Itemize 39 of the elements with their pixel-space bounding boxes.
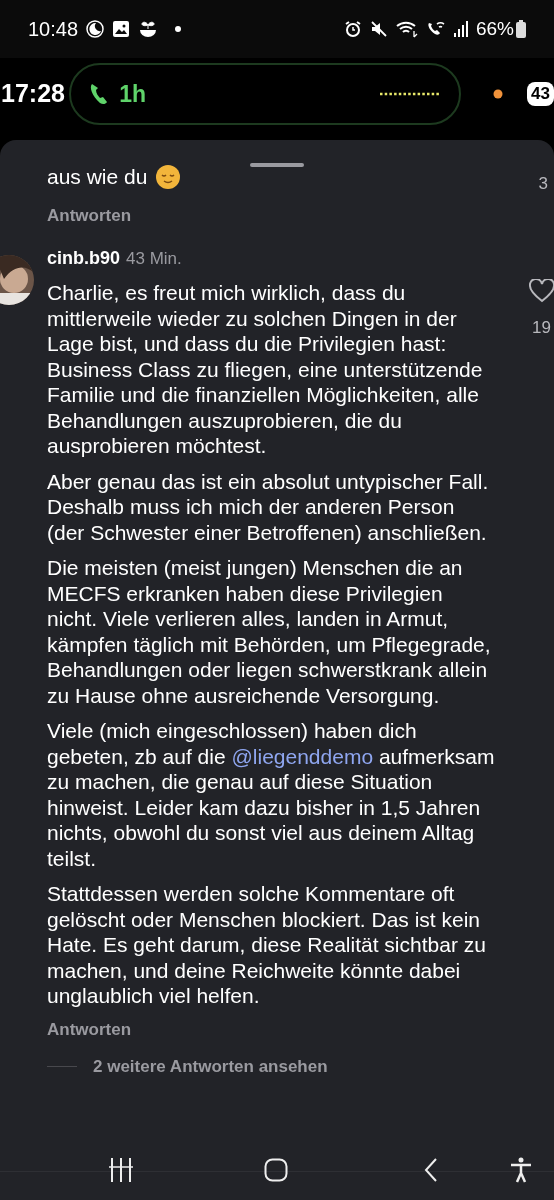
mute-icon	[369, 20, 388, 38]
reply-link[interactable]: Antworten	[47, 203, 132, 229]
comment-paragraph: Die meisten (meist jungen) Menschen die an MECFS erkranken haben diese Privilegien nicht. Viele verlieren alles, landen in Armut, kämpfen täglich mit Behörden, um Pflegegrade, Behandlungen oder liegen schwerstkrank allein zu Hause ohne ausreichende Versorgung.	[47, 555, 492, 708]
call-duration: 1h	[119, 79, 147, 109]
mention-link[interactable]: @liegenddemo	[231, 744, 374, 768]
accessibility-icon[interactable]	[510, 1157, 532, 1183]
status-dot-icon	[493, 89, 504, 99]
comment-text: aus wie du	[47, 164, 148, 190]
count-badge: 43	[527, 82, 554, 106]
audio-dots-icon	[379, 92, 442, 96]
comment-paragraph: Aber genau das ist ein absolut untypischer Fall. Deshalb muss ich mich der anderen Person (der Schwester einer Betroffenen) anschließen.	[47, 468, 490, 545]
comment-paragraph: Charlie, es freut mich wirklich, dass du mittlerweile wieder zu solchen Dingen in der Lage bist, und dass du die Privilegien hast: Business Class zu fliegen, eine unterstützende Familie und die finanziellen Möglichkeiten, alle Behandlungen auszuprobieren, die du ausprobieren möchtest.	[47, 280, 484, 459]
comment-paragraph: Viele (mich eingeschlossen) haben dich gebeten, zb auf die @liegenddemo aufmerksam zu machen, die genau auf diese Situation hinweist. Leider kam dazu bisher in 1,5 Jahren nichts, obwohl du sonst viel aus deinem Alltag teilst.	[47, 718, 495, 871]
clock: 10:48	[28, 17, 79, 42]
battery-icon	[516, 20, 526, 38]
smiley-icon	[155, 163, 182, 190]
image-icon	[112, 20, 131, 38]
like-count: 19	[532, 317, 551, 339]
reply-link[interactable]: Antworten	[47, 1019, 132, 1039]
call-pill[interactable]: 1h	[69, 63, 462, 125]
back-icon[interactable]	[424, 1157, 438, 1183]
drag-handle[interactable]	[250, 163, 304, 167]
like-count: 3	[538, 173, 548, 195]
comment-paragraph: Stattdessen werden solche Kommentare oft gelöscht oder Menschen blockiert. Das ist kein Hate. Es geht darum, diese Realität sichtbar zu machen, und deine Reichweite könnte dabei unglaublich viel helfen.	[47, 881, 487, 1009]
more-replies-link[interactable]: 2 weitere Antworten ansehen	[93, 1054, 328, 1080]
wifi-icon	[395, 20, 418, 38]
battery-percent: 66%	[475, 16, 514, 41]
plant-icon	[138, 20, 159, 38]
moon-icon	[86, 20, 105, 38]
home-icon[interactable]	[264, 1158, 288, 1182]
alarm-icon	[343, 20, 362, 38]
heart-icon[interactable]	[529, 279, 554, 303]
recent-apps-icon[interactable]	[108, 1157, 134, 1183]
signal-icon	[453, 21, 468, 37]
phone-icon	[89, 82, 110, 106]
comment-time: 43 Min.	[126, 248, 182, 270]
dot-icon	[174, 25, 183, 33]
username[interactable]: cinb.b90	[47, 245, 121, 272]
clock: 17:28	[0, 78, 66, 110]
